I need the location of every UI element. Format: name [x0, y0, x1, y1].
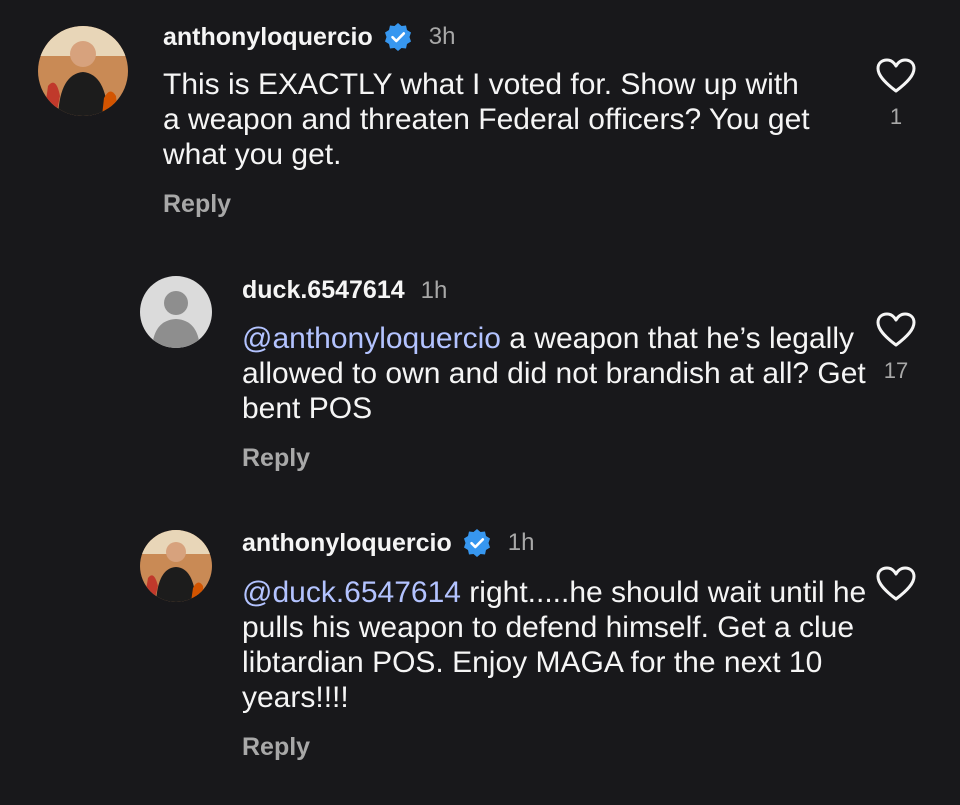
comment-text: This is EXACTLY what I voted for. Show u…: [163, 68, 810, 171]
heart-outline-icon[interactable]: [866, 58, 926, 94]
timestamp: 3h: [428, 23, 456, 50]
comment-header: anthonyloquercio 1h: [242, 528, 534, 558]
heart-outline-icon[interactable]: [866, 312, 926, 348]
comment-header: duck.6547614 1h: [242, 276, 447, 305]
comment-text: @anthonyloquercio a weapon that he’s leg…: [242, 321, 892, 426]
comment-header: anthonyloquercio 3h: [163, 22, 455, 52]
like-button[interactable]: [866, 566, 926, 602]
avatar[interactable]: [140, 276, 212, 348]
username[interactable]: duck.6547614: [242, 276, 405, 305]
reply-button[interactable]: Reply: [242, 444, 310, 473]
like-button[interactable]: 1: [866, 58, 926, 130]
timestamp: 1h: [420, 276, 448, 304]
mention-link[interactable]: @duck.6547614: [242, 576, 461, 609]
reply-button[interactable]: Reply: [242, 733, 310, 762]
avatar[interactable]: [38, 26, 128, 116]
like-count: 1: [889, 104, 903, 129]
username[interactable]: anthonyloquercio: [242, 529, 452, 558]
mention-link[interactable]: @anthonyloquercio: [242, 322, 501, 355]
avatar[interactable]: [140, 530, 212, 602]
comment-text: @duck.6547614 right.....he should wait u…: [242, 575, 892, 715]
username[interactable]: anthonyloquercio: [163, 23, 373, 52]
verified-badge-icon: [462, 528, 492, 558]
like-button[interactable]: 17: [866, 312, 926, 384]
like-count: 17: [883, 358, 909, 383]
verified-badge-icon: [383, 22, 413, 52]
heart-outline-icon[interactable]: [866, 566, 926, 602]
reply-button[interactable]: Reply: [163, 190, 231, 219]
timestamp: 1h: [507, 529, 535, 556]
